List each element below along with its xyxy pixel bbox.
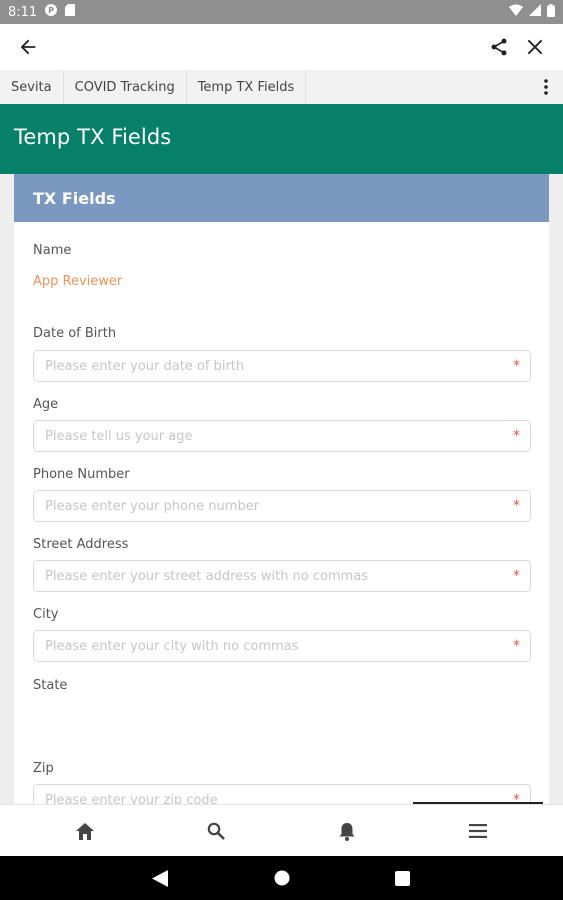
city-placeholder: Please enter your city with no commas — [45, 638, 299, 654]
app-notification-icon: P — [45, 4, 58, 20]
street-address-label: Street Address — [33, 537, 129, 552]
dob-input[interactable]: Please enter your date of birth * — [33, 350, 531, 382]
state-label: State — [33, 678, 68, 693]
name-value: App Reviewer — [33, 274, 123, 289]
sd-card-icon — [65, 4, 76, 20]
system-recents-button[interactable] — [392, 868, 412, 888]
system-back-button[interactable] — [150, 868, 170, 888]
home-circle-icon — [274, 870, 290, 886]
nav-search-button[interactable] — [204, 819, 228, 843]
phone-placeholder: Please enter your phone number — [45, 498, 260, 514]
app-bar — [0, 24, 563, 70]
dob-label: Date of Birth — [33, 326, 117, 341]
name-label: Name — [33, 243, 72, 258]
close-button[interactable] — [517, 29, 553, 65]
nav-home-button[interactable] — [73, 819, 97, 843]
signal-icon — [529, 4, 541, 20]
page-title: Temp TX Fields — [14, 125, 172, 149]
svg-text:P: P — [48, 6, 54, 15]
age-label: Age — [33, 397, 59, 412]
city-label: City — [33, 607, 59, 622]
age-input[interactable]: Please tell us your age * — [33, 420, 531, 452]
zip-input[interactable]: Please enter your zip code * — [33, 784, 531, 804]
more-options-button[interactable] — [529, 70, 563, 104]
age-placeholder: Please tell us your age — [45, 428, 193, 444]
breadcrumb-item-temp-tx-fields[interactable]: Temp TX Fields — [187, 70, 307, 104]
search-icon — [207, 822, 225, 840]
bottom-navigation — [0, 804, 563, 856]
page-header: Temp TX Fields — [0, 104, 563, 174]
system-navigation-bar — [0, 856, 563, 900]
phone-input[interactable]: Please enter your phone number * — [33, 490, 531, 522]
required-marker: * — [513, 638, 520, 654]
nav-notifications-button[interactable] — [335, 819, 359, 843]
required-marker: * — [513, 568, 520, 584]
back-button[interactable] — [10, 29, 46, 65]
street-address-placeholder: Please enter your street address with no… — [45, 568, 369, 584]
form-card: TX Fields Name App Reviewer Date of Birt… — [14, 174, 549, 804]
share-icon — [491, 38, 507, 56]
menu-icon — [469, 824, 487, 838]
back-triangle-icon — [152, 869, 168, 887]
required-marker: * — [513, 428, 520, 444]
dob-placeholder: Please enter your date of birth — [45, 358, 245, 374]
wifi-icon — [509, 4, 523, 20]
required-marker: * — [513, 498, 520, 514]
share-button[interactable] — [481, 29, 517, 65]
zip-label: Zip — [33, 761, 54, 776]
bell-icon — [339, 822, 355, 841]
arrow-left-icon — [20, 39, 36, 55]
card-title: TX Fields — [14, 174, 549, 222]
street-address-input[interactable]: Please enter your street address with no… — [33, 560, 531, 592]
breadcrumb-item-sevita[interactable]: Sevita — [0, 70, 64, 104]
breadcrumb: Sevita COVID Tracking Temp TX Fields — [0, 70, 563, 104]
close-icon — [527, 39, 543, 55]
status-bar: 8:11 P — [0, 0, 563, 24]
status-time: 8:11 — [8, 4, 38, 20]
battery-icon — [547, 3, 555, 21]
required-marker: * — [513, 358, 520, 374]
zip-placeholder: Please enter your zip code — [45, 792, 218, 805]
system-home-button[interactable] — [272, 868, 292, 888]
home-icon — [76, 822, 94, 840]
nav-menu-button[interactable] — [466, 819, 490, 843]
phone-label: Phone Number — [33, 467, 130, 482]
recents-square-icon — [394, 870, 410, 886]
more-vertical-icon — [544, 79, 548, 95]
breadcrumb-item-covid-tracking[interactable]: COVID Tracking — [64, 70, 187, 104]
city-input[interactable]: Please enter your city with no commas * — [33, 630, 531, 662]
